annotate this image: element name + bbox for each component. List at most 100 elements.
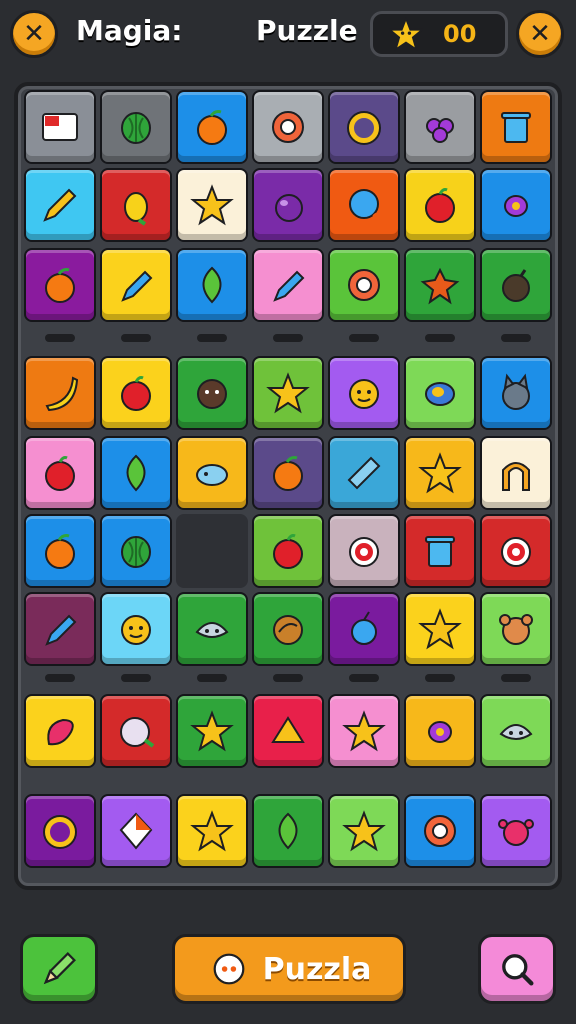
puzzle-tile[interactable] [328,248,400,322]
puzzle-tile[interactable] [328,436,400,510]
puzzle-tile[interactable] [480,168,552,242]
puzzle-piece-icon [213,953,244,985]
puzzle-tile[interactable] [100,694,172,768]
lemon-icon [124,192,148,226]
puzzle-tile[interactable] [24,592,96,666]
puzzle-tile[interactable] [24,168,96,242]
ring-icon [43,815,77,849]
puzzle-tile[interactable] [480,794,552,868]
star-icon [190,710,234,752]
puzzle-tile[interactable] [404,168,476,242]
apple-icon [45,456,75,491]
puzzle-tile[interactable] [404,356,476,430]
puzzle-tile[interactable] [252,436,324,510]
puzzle-tile[interactable] [252,90,324,164]
close-right-button[interactable]: ✕ [516,10,564,58]
puzzle-tile[interactable] [404,90,476,164]
puzzle-tile[interactable] [176,248,248,322]
puzzle-tile[interactable] [176,694,248,768]
puzzle-tile[interactable] [252,248,324,322]
close-icon: ✕ [529,19,551,49]
game-title-left: Magia: [76,14,183,47]
puzzle-tile[interactable] [24,436,96,510]
crayon-icon [45,614,77,646]
candy-icon [504,195,528,217]
puzzle-tile[interactable] [176,168,248,242]
puzzle-tile[interactable] [480,694,552,768]
puzzle-tile[interactable] [100,90,172,164]
puzzle-tile[interactable] [480,248,552,322]
pencil-button[interactable] [20,934,98,1004]
puzzle-tile[interactable] [176,90,248,164]
apple-icon [425,188,455,223]
close-left-button[interactable]: ✕ [10,10,58,58]
puzzle-tile[interactable] [480,436,552,510]
puzzle-tile[interactable] [176,436,248,510]
puzzle-tile[interactable] [24,90,96,164]
donut-icon [348,269,380,301]
puzzle-tile[interactable] [100,356,172,430]
puzzle-tile[interactable] [100,436,172,510]
fish-icon [196,464,228,486]
puzzle-tile[interactable] [480,592,552,666]
puzzle-tile[interactable] [100,248,172,322]
puzzle-tile[interactable] [328,356,400,430]
banana-icon [45,376,79,412]
puzzle-tile[interactable] [404,436,476,510]
puzzle-tile[interactable] [404,248,476,322]
close-icon: ✕ [23,19,45,49]
header-bar: ✕ Magia: Puzzle 00 ✕ [0,0,576,72]
puzzle-tile[interactable] [328,592,400,666]
puzzle-tile[interactable] [404,794,476,868]
puzzle-tile[interactable] [328,694,400,768]
score-value: 00 [443,20,477,48]
orange-icon [197,110,227,145]
row-divider-pill [197,334,227,342]
crayon-icon [121,270,153,302]
puzzle-tile[interactable] [100,514,172,588]
puzzle-tile[interactable] [176,794,248,868]
row-divider-pill [45,674,75,682]
puzzle-tile[interactable] [328,90,400,164]
puzzle-tile[interactable] [24,356,96,430]
puzzle-tile[interactable] [252,356,324,430]
puzzle-tile[interactable] [252,794,324,868]
row-divider-pill [501,334,531,342]
empty-cell[interactable] [176,514,248,588]
puzzle-tile[interactable] [176,592,248,666]
bug-icon [420,267,460,305]
puzzle-tile[interactable] [328,168,400,242]
puzzle-button[interactable]: Puzzla [172,934,406,1004]
row-divider-pill [197,674,227,682]
puzzle-tile[interactable] [328,514,400,588]
apple-icon [121,376,151,411]
cat-icon [502,373,530,410]
row-divider-pill [45,334,75,342]
puzzle-tile[interactable] [252,592,324,666]
puzzle-tile[interactable] [404,592,476,666]
puzzle-tile[interactable] [100,794,172,868]
leaf-icon [126,454,146,492]
target-icon [349,537,379,567]
puzzle-tile[interactable] [100,592,172,666]
puzzle-tile[interactable] [252,168,324,242]
puzzle-tile[interactable] [252,694,324,768]
trash-icon [425,536,455,567]
puzzle-tile[interactable] [100,168,172,242]
puzzle-tile[interactable] [24,794,96,868]
puzzle-tile[interactable] [24,248,96,322]
puzzle-tile[interactable] [404,514,476,588]
puzzle-tile[interactable] [328,794,400,868]
puzzle-tile[interactable] [480,356,552,430]
puzzle-tile[interactable] [252,514,324,588]
puzzle-tile[interactable] [404,694,476,768]
cheese-icon [271,716,305,743]
puzzle-tile[interactable] [480,514,552,588]
puzzle-tile[interactable] [176,356,248,430]
row-divider-pill [121,334,151,342]
puzzle-tile[interactable] [24,694,96,768]
search-button[interactable] [478,934,556,1004]
puzzle-tile[interactable] [24,514,96,588]
balloon-icon [349,189,381,222]
puzzle-tile[interactable] [480,90,552,164]
